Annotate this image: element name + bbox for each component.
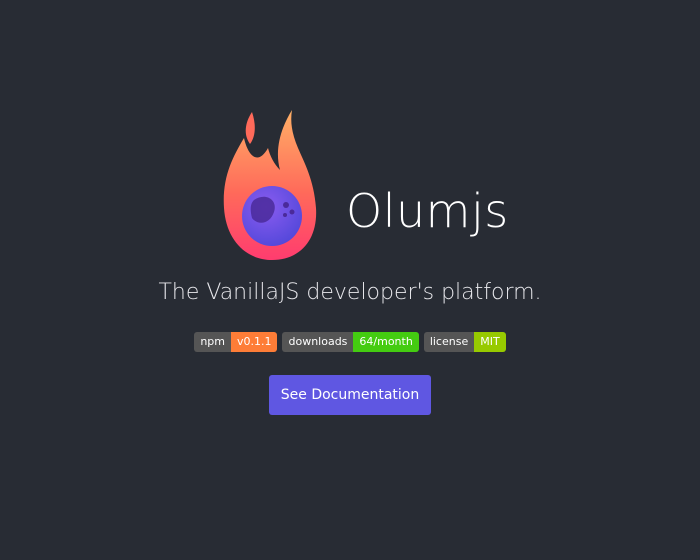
badge-label: npm (194, 332, 231, 352)
npm-version-badge[interactable]: npm v0.1.1 (194, 332, 278, 352)
see-documentation-button[interactable]: See Documentation (269, 375, 431, 415)
badge-row: npm v0.1.1 downloads 64/month license MI… (0, 332, 700, 352)
downloads-badge[interactable]: downloads 64/month (282, 332, 419, 352)
app-name-title: Olumjs (346, 184, 509, 238)
badge-value: MIT (474, 332, 506, 352)
badge-value: 64/month (353, 332, 419, 352)
flame-logo-icon (223, 110, 317, 260)
badge-label: downloads (282, 332, 354, 352)
badge-label: license (423, 332, 475, 352)
license-badge[interactable]: license MIT (423, 332, 506, 352)
app-tagline: The VanillaJS developer's platform. (158, 280, 542, 305)
badge-value: v0.1.1 (230, 332, 278, 352)
